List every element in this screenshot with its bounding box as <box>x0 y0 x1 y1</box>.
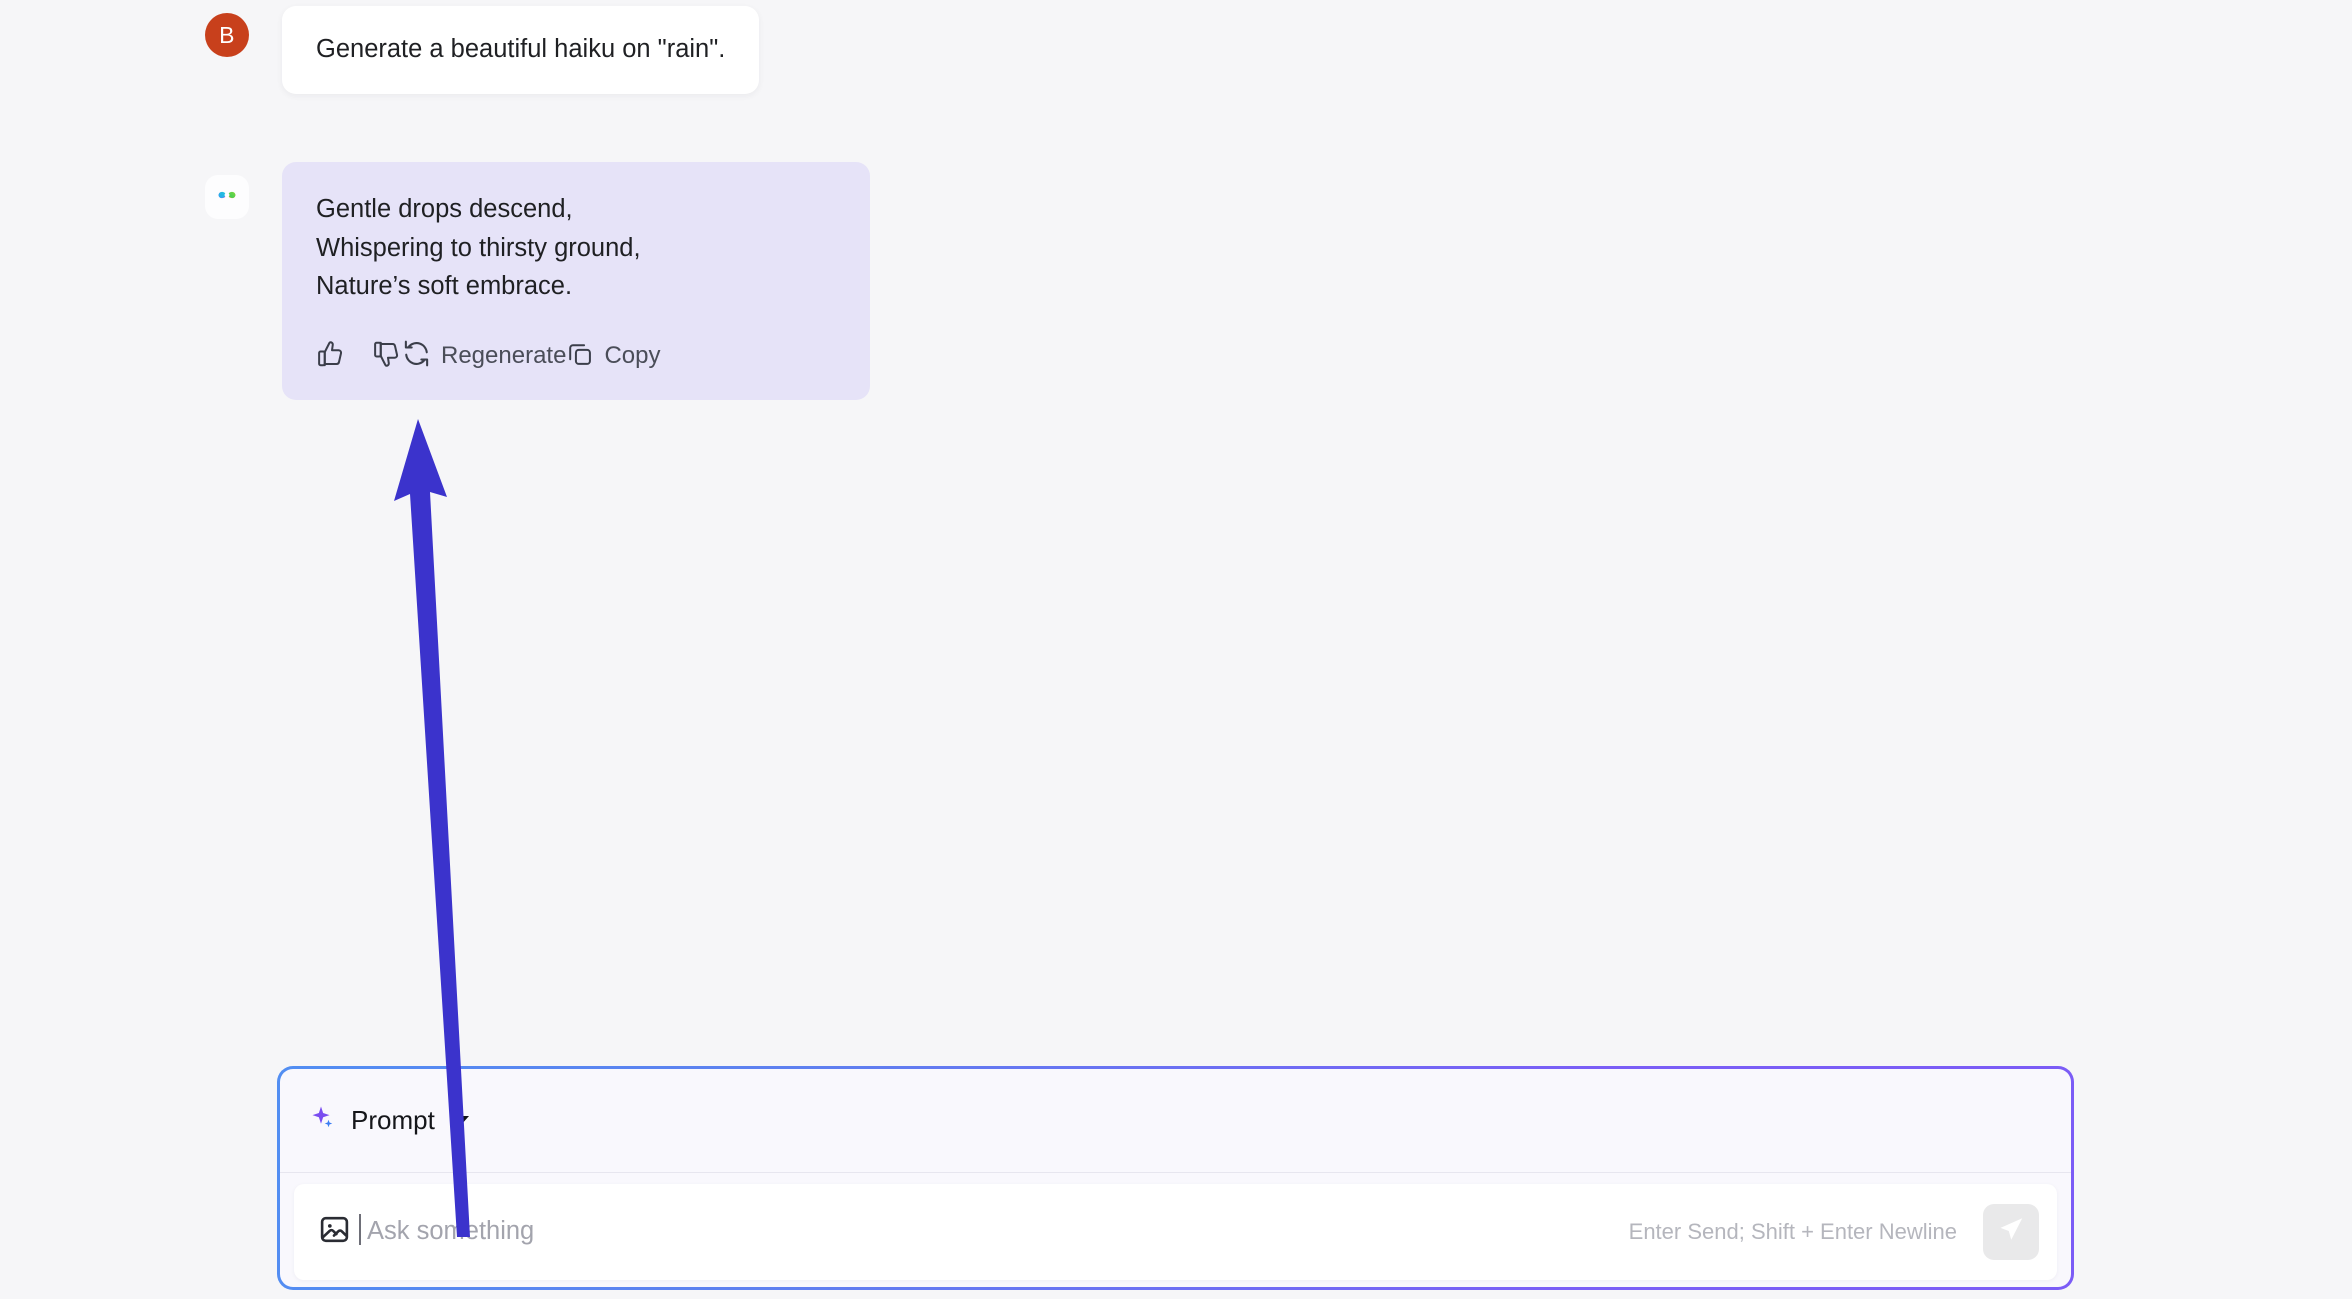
thumbs-down-button[interactable] <box>372 339 402 374</box>
composer-hint: Enter Send; Shift + Enter Newline <box>1629 1219 1957 1245</box>
send-icon <box>1996 1214 2026 1249</box>
assistant-message-line: Nature’s soft embrace. <box>316 267 836 306</box>
composer-inner: Prompt Ask something Enter Send; Shift +… <box>280 1069 2071 1287</box>
send-button[interactable] <box>1983 1204 2039 1260</box>
assistant-actions: Regenerate Copy <box>316 339 836 374</box>
copy-label: Copy <box>604 342 660 370</box>
chat-transcript: B Generate a beautiful haiku on "rain". <box>0 0 2352 1040</box>
user-message-bubble: Generate a beautiful haiku on "rain". <box>282 6 759 94</box>
prompt-mode-label: Prompt <box>351 1105 435 1136</box>
user-message-row: B Generate a beautiful haiku on "rain". <box>205 6 759 94</box>
user-message-text: Generate a beautiful haiku on "rain". <box>316 32 725 66</box>
image-icon[interactable] <box>318 1213 351 1251</box>
user-avatar: B <box>205 13 249 57</box>
copy-icon <box>566 340 594 373</box>
composer-toolbar: Prompt <box>280 1069 2071 1173</box>
sparkle-icon <box>309 1103 339 1138</box>
assistant-avatar <box>205 175 249 219</box>
message-input-shell[interactable]: Ask something Enter Send; Shift + Enter … <box>294 1184 2057 1280</box>
assistant-message-line: Whispering to thirsty ground, <box>316 229 836 268</box>
prompt-composer: Prompt Ask something Enter Send; Shift +… <box>277 1066 2074 1290</box>
regenerate-label: Regenerate <box>441 342 566 370</box>
thumbs-down-icon <box>372 339 402 374</box>
thumbs-up-button[interactable] <box>316 339 346 374</box>
assistant-message-row: Gentle drops descend, Whispering to thir… <box>205 162 870 400</box>
chevron-down-icon[interactable] <box>453 1116 469 1125</box>
assistant-message-line: Gentle drops descend, <box>316 190 836 229</box>
regenerate-button[interactable]: Regenerate <box>402 339 566 373</box>
clover-sparkle-icon <box>212 180 242 215</box>
thumbs-up-icon <box>316 339 346 374</box>
prompt-mode-selector[interactable]: Prompt <box>309 1103 469 1138</box>
regenerate-icon <box>402 339 431 373</box>
copy-button[interactable]: Copy <box>566 340 660 373</box>
assistant-message-bubble: Gentle drops descend, Whispering to thir… <box>282 162 870 400</box>
composer-input-row: Ask something Enter Send; Shift + Enter … <box>280 1173 2071 1287</box>
message-input-placeholder[interactable]: Ask something <box>367 1217 534 1246</box>
